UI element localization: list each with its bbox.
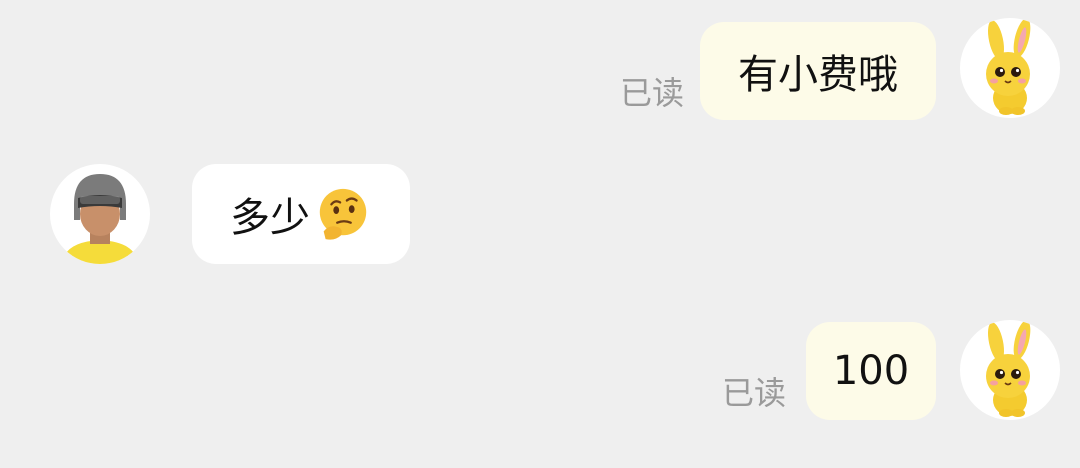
thinking-face-emoji: [314, 185, 372, 243]
message-bubble-sent[interactable]: 有小费哦: [700, 22, 936, 120]
read-status: 已读: [722, 374, 787, 412]
bunny-avatar[interactable]: [960, 18, 1060, 118]
rider-helmet-icon: [62, 174, 138, 264]
message-bubble-received[interactable]: 多少: [192, 164, 410, 264]
message-bubble-sent[interactable]: 100: [806, 322, 936, 420]
read-status: 已读: [620, 74, 685, 112]
bunny-icon: [986, 320, 1031, 417]
bunny-icon: [986, 18, 1031, 115]
message-text: 多少: [230, 195, 310, 241]
bunny-avatar[interactable]: [960, 320, 1060, 420]
message-text: 100: [832, 348, 910, 394]
message-text: 有小费哦: [738, 52, 898, 98]
rider-helmet-avatar[interactable]: [50, 164, 150, 264]
